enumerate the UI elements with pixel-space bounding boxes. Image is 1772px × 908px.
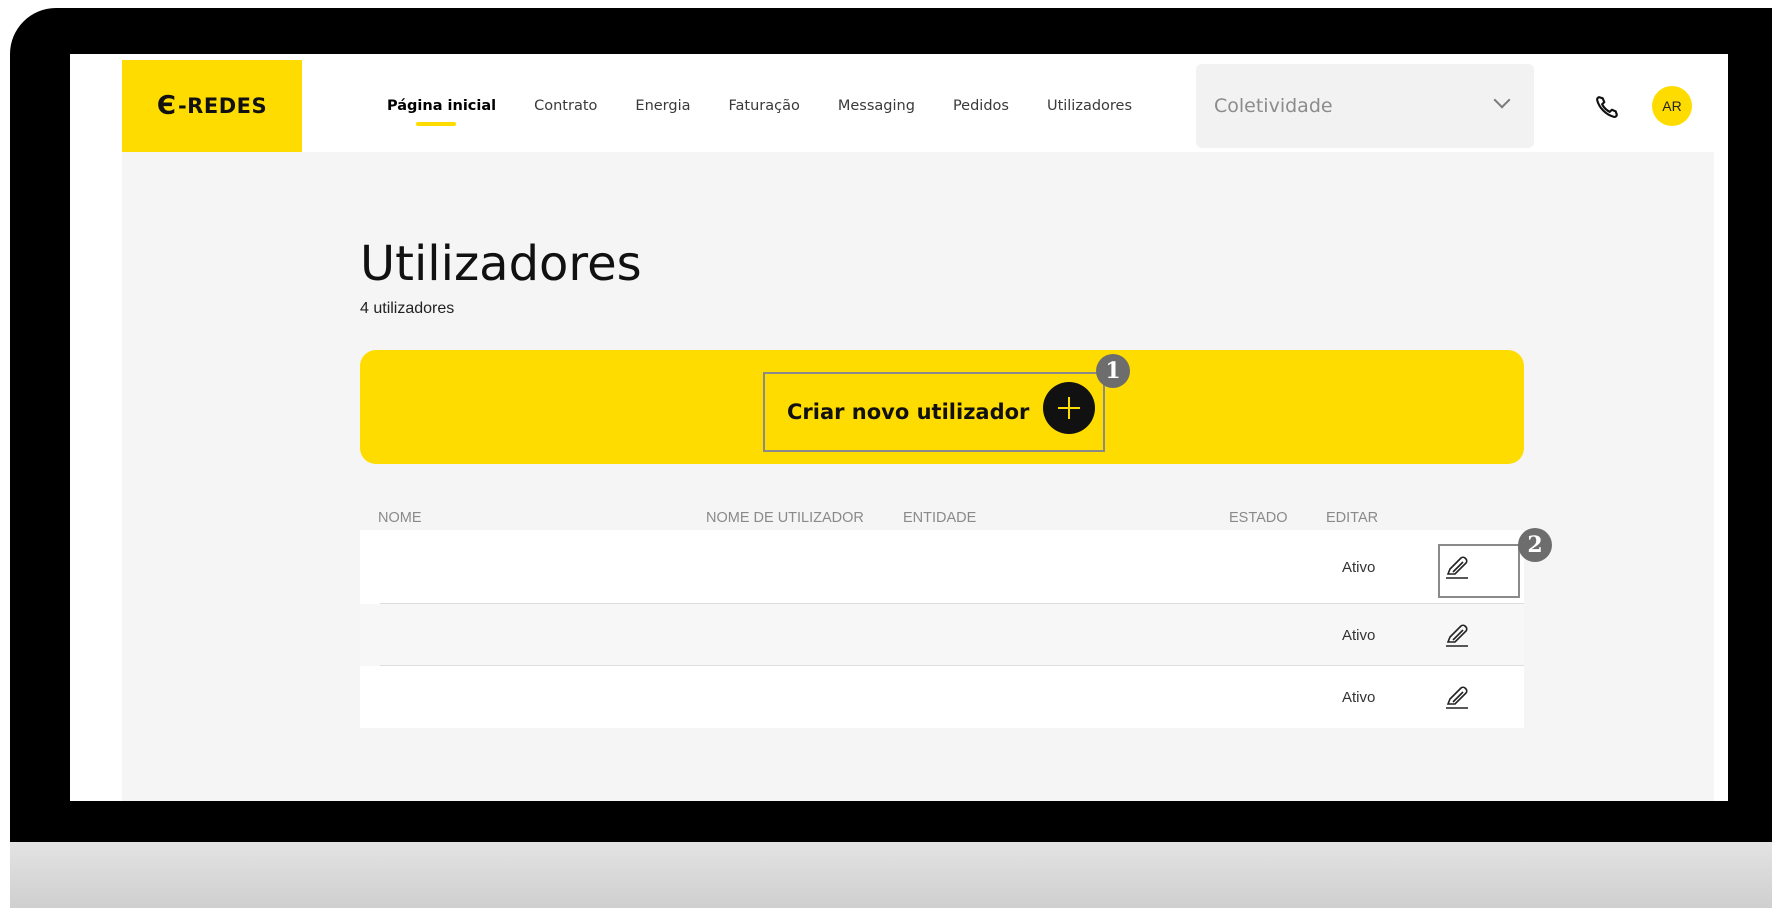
nav-item-pagina-inicial[interactable]: Página inicial <box>387 98 496 126</box>
pencil-icon[interactable] <box>1440 618 1474 652</box>
header-username: NOME DE UTILIZADOR <box>706 510 864 526</box>
nav-item-faturacao[interactable]: Faturação <box>729 98 800 114</box>
nav-item-utilizadores[interactable]: Utilizadores <box>1047 98 1132 114</box>
callout-marker-1: 1 <box>1096 354 1130 388</box>
laptop-base <box>10 842 1772 908</box>
status-cell: Ativo <box>1342 689 1376 706</box>
create-user-button[interactable]: Criar novo utilizador <box>763 372 1105 452</box>
nav-item-contrato[interactable]: Contrato <box>534 98 597 114</box>
page-title: Utilizadores <box>360 236 642 292</box>
nav-item-messaging[interactable]: Messaging <box>838 98 915 114</box>
chevron-down-icon <box>1493 91 1511 109</box>
header-status: ESTADO <box>1229 510 1288 526</box>
edit-highlight-box <box>1438 544 1520 598</box>
user-count: 4 utilizadores <box>360 300 455 317</box>
pencil-icon[interactable] <box>1440 680 1474 714</box>
table-row: Ativo <box>360 666 1524 728</box>
main-nav: Página inicial Contrato Energia Faturaçã… <box>387 60 1170 152</box>
header-edit: EDITAR <box>1326 510 1379 526</box>
collective-select-value: Coletividade <box>1214 95 1333 117</box>
header-entity: ENTIDADE <box>903 510 977 526</box>
app-viewport: Є -REDES Página inicial Contrato Energia… <box>122 60 1714 801</box>
top-navigation-bar: Є -REDES Página inicial Contrato Energia… <box>122 60 1714 152</box>
nav-item-pedidos[interactable]: Pedidos <box>953 98 1009 114</box>
status-cell: Ativo <box>1342 627 1376 644</box>
logo-text: -REDES <box>177 94 268 118</box>
e-redes-logo[interactable]: Є -REDES <box>122 60 302 152</box>
collective-select[interactable]: Coletividade <box>1196 64 1534 148</box>
plus-icon <box>1043 382 1095 434</box>
laptop-screen: Є -REDES Página inicial Contrato Energia… <box>70 54 1728 801</box>
create-user-banner: Criar novo utilizador 1 <box>360 350 1524 464</box>
nav-item-energia[interactable]: Energia <box>635 98 690 114</box>
table-row: Ativo <box>360 604 1524 666</box>
create-user-label: Criar novo utilizador <box>787 400 1030 424</box>
logo-mark: Є <box>156 91 176 121</box>
status-cell: Ativo <box>1342 559 1376 576</box>
table-header: NOME NOME DE UTILIZADOR ENTIDADE ESTADO … <box>360 510 1524 530</box>
header-name: NOME <box>378 510 422 526</box>
callout-marker-2: 2 <box>1518 528 1552 562</box>
table-row: Ativo <box>360 530 1524 604</box>
phone-icon[interactable] <box>1592 92 1622 122</box>
user-avatar[interactable]: AR <box>1652 86 1692 126</box>
